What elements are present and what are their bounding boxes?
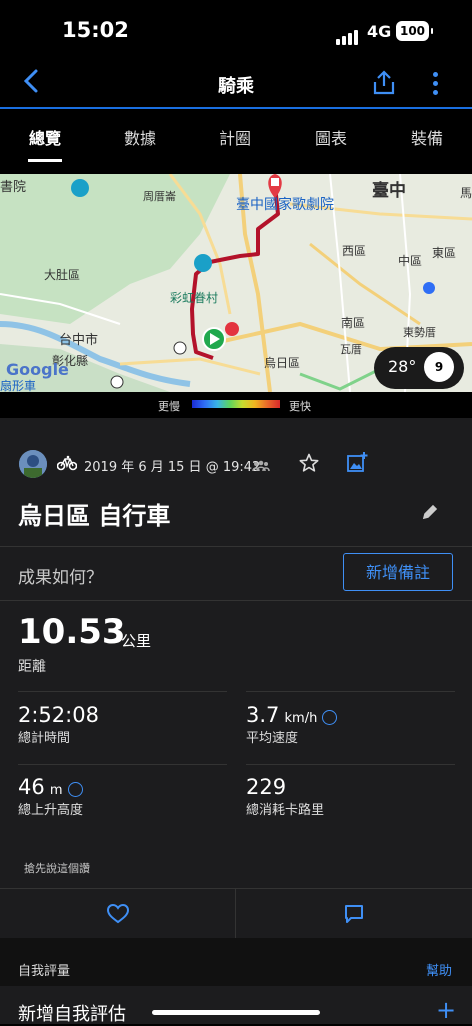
add-note-button[interactable]: 新增備註: [343, 553, 453, 591]
bicycle-icon: [56, 455, 78, 475]
divider: [246, 691, 455, 692]
tab-laps[interactable]: 計圈: [200, 125, 270, 149]
stat-calories: 229 總消耗卡路里: [246, 775, 324, 818]
map-label: 臺中國家歌劇院: [236, 197, 334, 213]
tab-overview[interactable]: 總覽: [10, 125, 80, 149]
tab-bar: 總覽 數據 計圈 圖表 裝備: [0, 109, 472, 165]
legend-slow-label: 更慢: [158, 400, 180, 413]
legend-fast-label: 更快: [289, 400, 311, 413]
add-self-eval-label: 新增自我評估: [18, 1004, 126, 1025]
map-label: 馬: [460, 186, 472, 200]
self-eval-label: 自我評量: [18, 964, 71, 979]
wind-icon: 9: [424, 352, 454, 382]
divider: [18, 691, 227, 692]
map-label: 東區: [432, 246, 457, 260]
map-label: 南區: [341, 316, 366, 330]
stat-total-time: 2:52:08 總計時間: [18, 703, 99, 746]
map-label: 東勢厝: [403, 326, 436, 339]
network-type: 4G: [367, 22, 392, 41]
signal-icon: [336, 26, 360, 45]
stat-unit: m: [49, 783, 63, 798]
distance-label: 距離: [18, 659, 46, 675]
stat-label: 總上升高度: [18, 803, 84, 818]
divider: [235, 889, 236, 939]
stat-label: 總消耗卡路里: [246, 803, 325, 818]
activity-title: 烏日區 自行車: [18, 502, 171, 530]
map-label: 周厝崙: [143, 190, 176, 203]
pulse-icon[interactable]: [322, 710, 338, 725]
stat-value: 2:52:08: [18, 703, 99, 727]
like-icon[interactable]: [106, 903, 130, 928]
nav-bar: 騎乘: [0, 62, 472, 109]
plus-icon[interactable]: +: [436, 996, 456, 1024]
tab-charts[interactable]: 圖表: [296, 125, 366, 149]
map-label: 彩虹眷村: [170, 291, 219, 305]
avatar[interactable]: [19, 450, 47, 478]
star-icon[interactable]: [299, 453, 319, 477]
map-label: 大肚區: [44, 268, 81, 282]
pulse-icon[interactable]: [67, 782, 83, 797]
comment-icon[interactable]: [344, 904, 364, 928]
status-time: 15:02: [62, 18, 129, 42]
reaction-bar: [0, 888, 472, 940]
map-label: 扇形車: [0, 379, 37, 392]
map-label: 台中市: [59, 333, 99, 348]
weather-badge: 28° 9: [374, 347, 464, 389]
help-link[interactable]: 幫助: [426, 960, 452, 979]
edit-icon[interactable]: [421, 503, 439, 525]
divider: [0, 546, 472, 547]
page-title: 騎乘: [218, 76, 254, 97]
like-hint: 搶先說這個讚: [24, 862, 90, 875]
group-icon: [252, 457, 270, 476]
speed-legend: 更慢 更快: [0, 392, 472, 418]
map-label: 瓦厝: [340, 343, 362, 356]
add-photo-icon[interactable]: [346, 451, 368, 477]
speed-gradient: [192, 400, 280, 408]
feeling-question: 成果如何？: [18, 568, 103, 588]
divider: [18, 764, 227, 765]
map-label: 書院: [0, 180, 27, 195]
map-label: 烏日區: [264, 356, 301, 370]
tab-gear[interactable]: 裝備: [392, 125, 462, 149]
divider: [0, 600, 472, 601]
divider: [246, 764, 455, 765]
battery-icon: 100: [396, 21, 433, 41]
status-bar: 15:02 4G 100: [0, 0, 472, 62]
stat-avg-speed: 3.7 km/h 平均速度: [246, 703, 338, 746]
tab-data[interactable]: 數據: [105, 125, 175, 149]
stat-value: 3.7: [246, 703, 280, 727]
activity-date: 2019 年 6 月 15 日 @ 19:42: [84, 460, 261, 475]
stat-elevation: 46 m 總上升高度: [18, 775, 83, 818]
map-label: 西區: [342, 244, 367, 258]
home-indicator: [152, 1010, 320, 1015]
map-label: 中區: [398, 254, 423, 268]
more-icon[interactable]: [433, 72, 439, 99]
share-icon[interactable]: [372, 70, 396, 100]
stat-value: 229: [246, 775, 287, 799]
map-label: 臺中: [372, 181, 406, 201]
temperature: 28°: [388, 357, 417, 376]
distance-value: 10.53: [18, 612, 126, 652]
stat-label: 總計時間: [18, 731, 71, 746]
stat-value: 46: [18, 775, 45, 799]
distance-unit: 公里: [121, 632, 152, 650]
active-tab-indicator: [28, 159, 62, 162]
stat-label: 平均速度: [246, 731, 299, 746]
stat-unit: km/h: [284, 711, 318, 726]
